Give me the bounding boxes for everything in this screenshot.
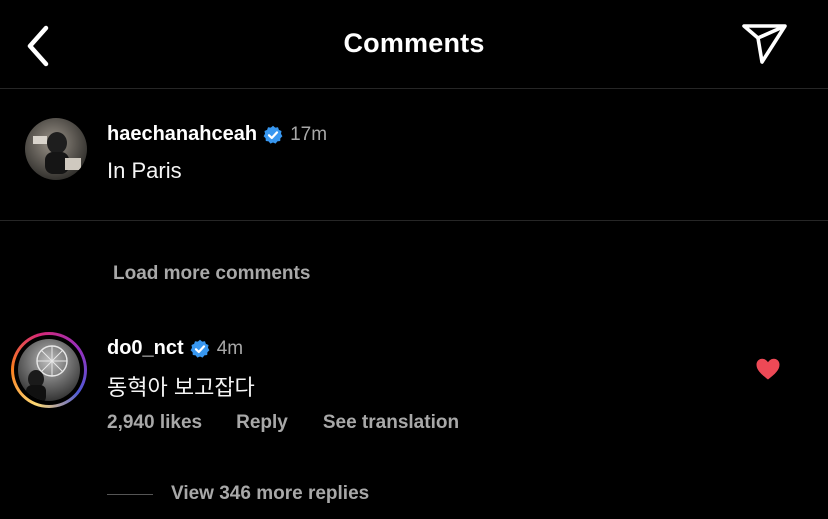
timestamp: 17m xyxy=(290,123,328,145)
view-replies[interactable]: View 346 more replies xyxy=(107,483,369,505)
verified-badge-icon xyxy=(263,125,283,145)
caption-header: haechanahceah 17m xyxy=(107,123,327,146)
post-caption: haechanahceah 17m In Paris xyxy=(0,89,828,221)
replies-divider xyxy=(107,493,153,495)
paper-plane-icon xyxy=(742,24,787,64)
comment-text: 동혁아 보고잡다 xyxy=(107,375,255,400)
username[interactable]: do0_nct xyxy=(107,337,184,360)
avatar[interactable] xyxy=(25,118,87,180)
heart-icon xyxy=(756,358,780,380)
story-ring[interactable] xyxy=(11,332,87,408)
username[interactable]: haechanahceah xyxy=(107,123,257,146)
verified-badge-icon xyxy=(190,339,210,359)
comment-actions: 2,940 likes Reply See translation xyxy=(107,412,459,434)
header-bar: Comments xyxy=(0,0,828,89)
load-more-comments-button[interactable]: Load more comments xyxy=(113,263,310,285)
avatar xyxy=(18,339,80,401)
see-translation-button[interactable]: See translation xyxy=(323,412,459,434)
page-title: Comments xyxy=(343,28,485,58)
timestamp: 4m xyxy=(216,337,244,359)
view-replies-label[interactable]: View 346 more replies xyxy=(171,483,369,505)
like-button[interactable] xyxy=(755,357,781,381)
avatar-photo xyxy=(33,132,81,174)
likes-count[interactable]: 2,940 likes xyxy=(107,412,202,434)
caption-text: In Paris xyxy=(107,158,182,183)
avatar-photo xyxy=(26,345,68,401)
reply-button[interactable]: Reply xyxy=(236,412,288,434)
share-button[interactable] xyxy=(740,22,790,66)
comment-header: do0_nct 4m xyxy=(107,337,243,360)
